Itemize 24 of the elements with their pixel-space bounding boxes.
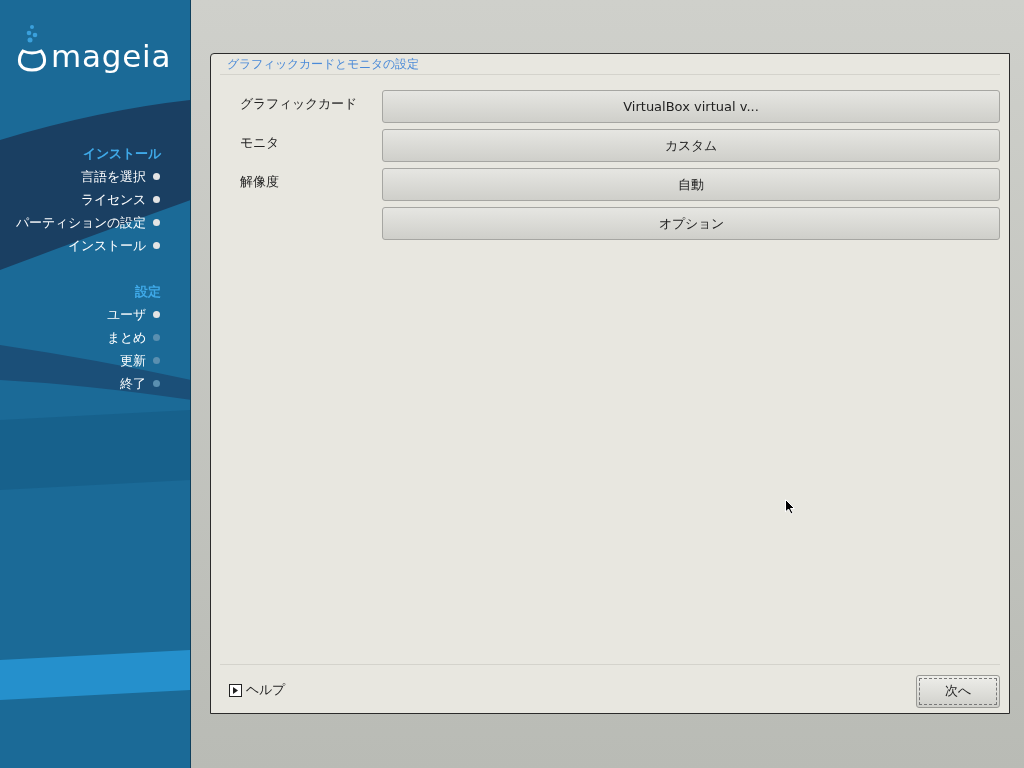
field-label: 解像度 <box>240 174 279 189</box>
next-button[interactable]: 次へ <box>916 674 1000 708</box>
logo-icon <box>17 24 47 72</box>
mouse-pointer-icon <box>785 499 795 515</box>
step-label: パーティションの設定 <box>16 213 146 232</box>
settings-button[interactable]: 自動 <box>382 168 1000 201</box>
section-heading: 設定 <box>135 282 161 301</box>
field-label: グラフィックカード <box>240 96 357 111</box>
step-label: インストール <box>68 236 146 255</box>
logo-text: mageia <box>51 40 172 72</box>
help-link[interactable]: ヘルプ <box>246 680 285 700</box>
step-label: まとめ <box>107 328 146 347</box>
step-label: 終了 <box>120 374 146 393</box>
expander-icon[interactable] <box>229 683 242 697</box>
field-label: モニタ <box>240 135 279 150</box>
step-label: 言語を選択 <box>81 167 146 186</box>
step-label: ユーザ <box>107 305 146 324</box>
section-heading: インストール <box>83 144 161 163</box>
step-label: 更新 <box>120 351 146 370</box>
settings-button[interactable]: オプション <box>382 207 1000 240</box>
dialog-title: グラフィックカードとモニタの設定 <box>220 54 1000 75</box>
settings-button[interactable]: カスタム <box>382 129 1000 162</box>
settings-button[interactable]: VirtualBox virtual v... <box>382 90 1000 123</box>
step-label: ライセンス <box>81 190 146 209</box>
